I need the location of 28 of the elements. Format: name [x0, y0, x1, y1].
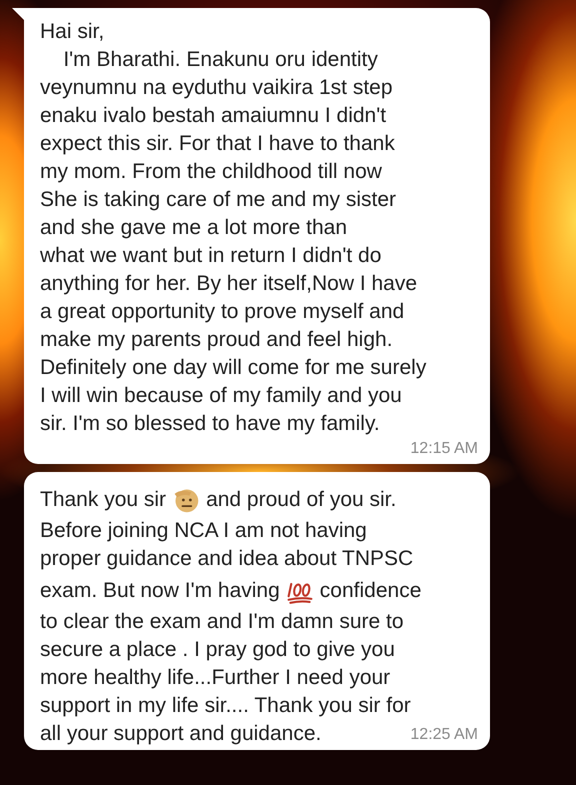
message-text: She is taking care of me and my sister — [40, 187, 396, 213]
message-text: and proud of you sir. — [206, 486, 396, 512]
message-text: what we want but in return I didn't do — [40, 243, 382, 269]
message-time: 12:15 AM — [410, 440, 478, 458]
message-text: expect this sir. For that I have to thank — [40, 131, 395, 157]
message-text: sir. I'm so blessed to have my family. — [40, 411, 380, 437]
message-text: a great opportunity to prove myself and — [40, 299, 404, 325]
message-text: Thank you sir — [40, 486, 166, 512]
message-text: anything for her. By her itself,Now I have — [40, 271, 418, 297]
message-text: more healthy life...Further I need your — [40, 665, 390, 691]
message-text: confidence — [320, 578, 422, 604]
message-text: exam. But now I'm having — [40, 578, 280, 604]
message-text: to clear the exam and I'm damn sure to — [40, 609, 404, 635]
message-text: proper guidance and idea about TNPSC — [40, 546, 414, 572]
message-text: make my parents proud and feel high. — [40, 327, 393, 353]
message-text: Definitely one day will come for me surely — [40, 355, 426, 381]
message-text: and she gave me a lot more than — [40, 215, 348, 241]
message-text: I'm Bharathi. Enakunu oru identity — [62, 47, 378, 73]
message-text: Before joining NCA I am not having — [40, 518, 367, 544]
message-text: all your support and guidance. — [40, 721, 322, 747]
message-text: secure a place . I pray god to give you — [40, 637, 395, 663]
message-text: enaku ivalo bestah amaiumnu I didn't — [40, 103, 386, 129]
message-text: Hai sir, — [40, 19, 104, 45]
message-text: my mom. From the childhood till now — [40, 159, 382, 185]
message-text: support in my life sir.... Thank you sir for — [40, 693, 411, 719]
message-text: I will win because of my family and you — [40, 383, 402, 409]
message-time: 12:25 AM — [410, 726, 478, 744]
message-text: veynumnu na eyduthu vaikira 1st step — [40, 75, 393, 101]
